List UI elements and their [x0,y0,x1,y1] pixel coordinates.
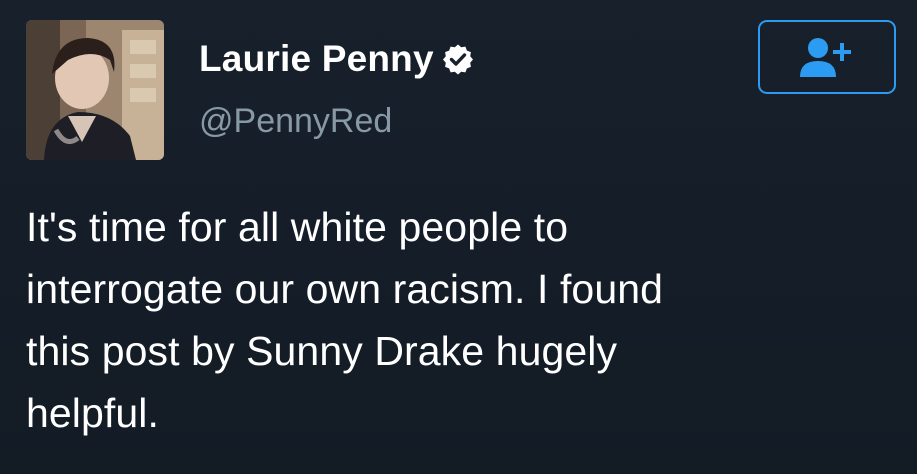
author-name-row: Laurie Penny [199,40,474,77]
profile-photo-icon [26,20,164,160]
tweet-text: It's time for all white people to interr… [26,204,664,436]
follow-button[interactable] [758,20,896,94]
verified-badge-icon [442,43,474,75]
add-user-icon [800,38,851,77]
tweet-card: Laurie Penny @PennyRed It's time for all… [0,0,917,474]
avatar[interactable] [26,20,164,160]
user-handle[interactable]: @PennyRed [199,104,392,138]
display-name[interactable]: Laurie Penny [199,40,434,77]
